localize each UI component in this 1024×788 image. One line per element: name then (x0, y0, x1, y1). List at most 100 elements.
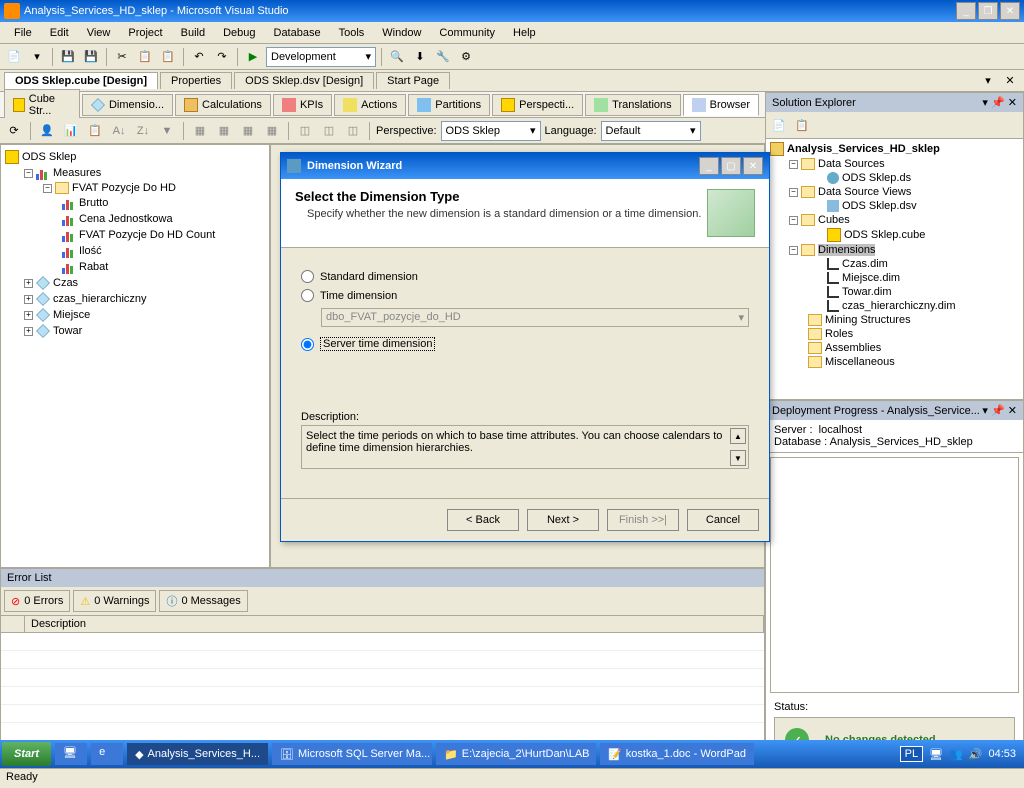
sol-cubes[interactable]: Cubes (818, 214, 850, 226)
restore-button[interactable]: ❐ (978, 2, 998, 20)
add-item-icon[interactable]: ▾ (27, 47, 47, 67)
sol-roles[interactable]: Roles (825, 328, 853, 340)
find-icon[interactable]: 🔍 (387, 47, 407, 67)
quicklaunch-ie[interactable]: e (91, 743, 123, 765)
tree-dim[interactable]: Miejsce (53, 309, 90, 321)
tb-g2-icon[interactable]: ▦ (214, 121, 234, 141)
tool2-icon[interactable]: ⚙ (456, 47, 476, 67)
sol-assemblies[interactable]: Assemblies (825, 342, 881, 354)
sol-dim-item[interactable]: Towar.dim (842, 286, 892, 298)
properties-icon[interactable]: 📄 (769, 115, 789, 135)
start-button[interactable]: Start (2, 742, 51, 766)
subtab-calculations[interactable]: Calculations (175, 94, 271, 116)
menu-tools[interactable]: Tools (331, 25, 373, 41)
sol-dsv[interactable]: Data Source Views (818, 186, 911, 198)
radio-time-dimension[interactable]: Time dimension (301, 289, 749, 302)
menu-edit[interactable]: Edit (42, 25, 77, 41)
tree-dim[interactable]: Czas (53, 277, 78, 289)
tree-measure-item[interactable]: Cena Jednostkowa (79, 213, 173, 225)
tb-c2-icon[interactable]: ◫ (319, 121, 339, 141)
expander-icon[interactable]: − (789, 160, 798, 169)
subtab-actions[interactable]: Actions (334, 94, 406, 116)
sort-asc-icon[interactable]: A↓ (109, 121, 129, 141)
tray-icon[interactable]: 🔊 (969, 748, 983, 761)
solution-tree[interactable]: Analysis_Services_HD_sklep −Data Sources… (766, 139, 1023, 399)
menu-view[interactable]: View (79, 25, 119, 41)
perspective-dropdown[interactable]: ODS Sklep▾ (441, 121, 541, 141)
tb-c3-icon[interactable]: ◫ (343, 121, 363, 141)
warnings-filter-button[interactable]: ⚠0 Warnings (73, 590, 156, 612)
sol-data-sources[interactable]: Data Sources (818, 158, 885, 170)
save-all-icon[interactable]: 💾 (81, 47, 101, 67)
subtab-kpis[interactable]: KPIs (273, 94, 332, 116)
tab-properties[interactable]: Properties (160, 72, 232, 89)
subtab-translations[interactable]: Translations (585, 94, 681, 116)
error-col-description[interactable]: Description (25, 616, 764, 632)
menu-community[interactable]: Community (431, 25, 503, 41)
sol-misc[interactable]: Miscellaneous (825, 356, 895, 368)
sol-ds-item[interactable]: ODS Sklep.ds (842, 172, 911, 184)
sort-desc-icon[interactable]: Z↓ (133, 121, 153, 141)
save-icon[interactable]: 💾 (58, 47, 78, 67)
tree-cube-root[interactable]: ODS Sklep (22, 151, 76, 163)
panel-dropdown-icon[interactable]: ▾ (982, 405, 988, 417)
panel-pin-icon[interactable]: 📌 (991, 97, 1005, 109)
sol-cube-item[interactable]: ODS Sklep.cube (844, 229, 925, 241)
start-icon[interactable]: ▶ (243, 47, 263, 67)
process-icon[interactable]: ⟳ (4, 121, 24, 141)
tree-measures[interactable]: Measures (53, 167, 101, 179)
tray-icon[interactable]: 👥 (949, 748, 963, 761)
show-all-icon[interactable]: 📋 (792, 115, 812, 135)
scroll-up-icon[interactable]: ▲ (730, 428, 746, 444)
expander-icon[interactable]: − (24, 169, 33, 178)
radio-standard-dimension[interactable]: Standard dimension (301, 270, 749, 283)
dialog-close-button[interactable]: ✕ (743, 157, 763, 175)
menu-window[interactable]: Window (374, 25, 429, 41)
cancel-button[interactable]: Cancel (687, 509, 759, 531)
sol-mining[interactable]: Mining Structures (825, 314, 911, 326)
subtab-cube-structure[interactable]: Cube Str... (4, 89, 80, 121)
menu-file[interactable]: File (6, 25, 40, 41)
tree-measure-item[interactable]: Rabat (79, 261, 108, 273)
menu-project[interactable]: Project (120, 25, 170, 41)
tree-dim[interactable]: czas_hierarchiczny (53, 293, 147, 305)
tray-icon[interactable]: 🖥 (929, 748, 943, 761)
language-dropdown[interactable]: Default▾ (601, 121, 701, 141)
dialog-minimize-button[interactable]: _ (699, 157, 719, 175)
expander-icon[interactable]: + (24, 295, 33, 304)
menu-debug[interactable]: Debug (215, 25, 263, 41)
tb-3-icon[interactable]: 📋 (85, 121, 105, 141)
subtab-dimensions[interactable]: Dimensio... (82, 94, 173, 116)
tb-2-icon[interactable]: 📊 (61, 121, 81, 141)
expander-icon[interactable]: − (789, 188, 798, 197)
sol-dim-item[interactable]: czas_hierarchiczny.dim (842, 300, 956, 312)
panel-dropdown-icon[interactable]: ▾ (982, 97, 988, 109)
expander-icon[interactable]: + (24, 327, 33, 336)
task-ssms[interactable]: 🗄Microsoft SQL Server Ma... (272, 743, 432, 765)
menu-help[interactable]: Help (505, 25, 544, 41)
cut-icon[interactable]: ✂ (112, 47, 132, 67)
menu-database[interactable]: Database (266, 25, 329, 41)
radio-server-time-dimension[interactable]: Server time dimension (301, 337, 749, 351)
errors-filter-button[interactable]: ⊘0 Errors (4, 590, 70, 612)
lang-indicator[interactable]: PL (900, 746, 923, 762)
tab-dsv-design[interactable]: ODS Sklep.dsv [Design] (234, 72, 374, 89)
quicklaunch-desktop[interactable]: 🖥 (55, 743, 87, 765)
tb-g3-icon[interactable]: ▦ (238, 121, 258, 141)
expander-icon[interactable]: + (24, 311, 33, 320)
sol-dsv-item[interactable]: ODS Sklep.dsv (842, 200, 917, 212)
cube-browser-tree[interactable]: ODS Sklep −Measures −FVAT Pozycje Do HD … (0, 144, 270, 568)
tool-icon[interactable]: 🔧 (433, 47, 453, 67)
back-button[interactable]: < Back (447, 509, 519, 531)
panel-close-icon[interactable]: ✕ (1008, 405, 1017, 417)
tb-c1-icon[interactable]: ◫ (295, 121, 315, 141)
expander-icon[interactable]: + (24, 279, 33, 288)
task-explorer[interactable]: 📁E:\zajecia_2\HurtDan\LAB (436, 743, 596, 765)
task-vs[interactable]: ◆Analysis_Services_H... (127, 743, 268, 765)
panel-close-icon[interactable]: ✕ (1008, 97, 1017, 109)
tree-measure-group[interactable]: FVAT Pozycje Do HD (72, 182, 176, 194)
clock[interactable]: 04:53 (988, 748, 1016, 760)
tb-g1-icon[interactable]: ▦ (190, 121, 210, 141)
new-project-icon[interactable]: 📄 (4, 47, 24, 67)
dialog-maximize-button[interactable]: ▢ (721, 157, 741, 175)
